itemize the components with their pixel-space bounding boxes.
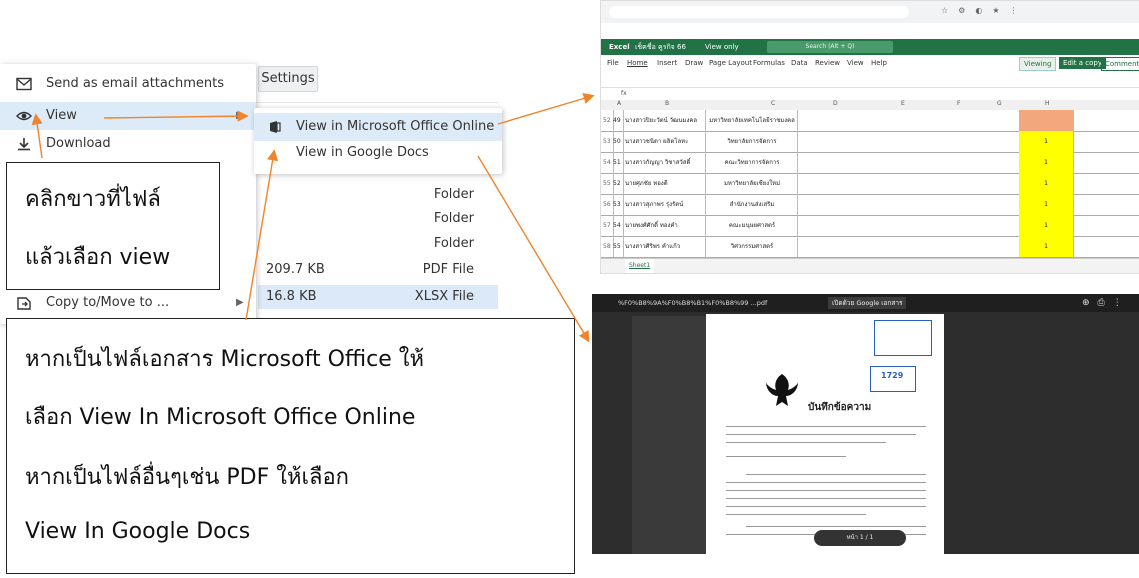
arrow-to-pdf [477, 155, 590, 343]
arrow-to-view [31, 113, 43, 159]
annotation-arrows [31, 93, 595, 343]
arrow-view-to-submenu [103, 110, 249, 122]
arrow-instructions-to-submenu [245, 149, 279, 321]
arrow-to-excel [497, 93, 595, 125]
